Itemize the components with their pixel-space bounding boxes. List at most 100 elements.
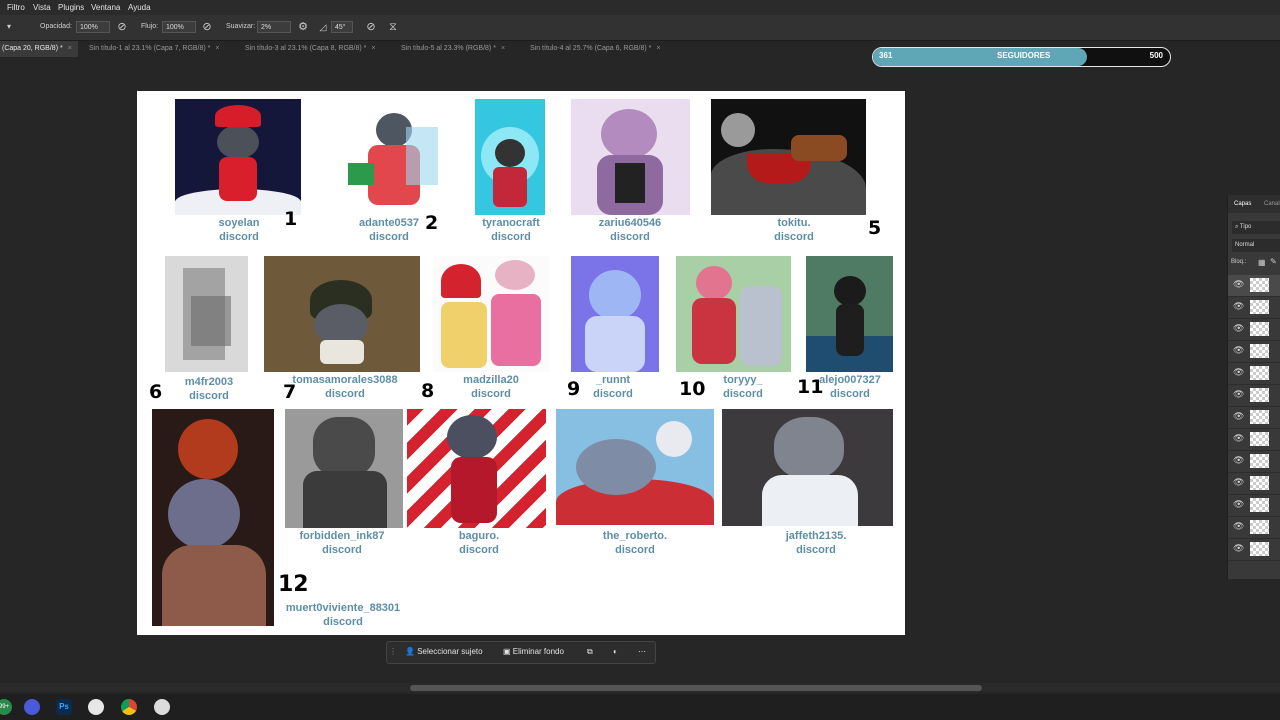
symmetry-icon[interactable]: ⧖ <box>386 20 400 34</box>
chrome-icon[interactable] <box>121 699 137 715</box>
entry-number: 7 <box>283 381 297 403</box>
layer-row[interactable]: 👁 <box>1228 517 1280 539</box>
layer-row[interactable]: 👁 <box>1228 275 1280 297</box>
tab-sin-titulo-4[interactable]: Sin título-4 al 25.7% (Capa 6, RGB/8) * × <box>530 41 661 57</box>
username: tokitu. <box>777 217 811 229</box>
angle-field[interactable]: 45° <box>331 21 353 33</box>
visibility-icon[interactable]: 👁 <box>1233 367 1244 378</box>
close-icon[interactable]: × <box>501 45 505 52</box>
close-icon[interactable]: × <box>656 45 660 52</box>
layer-row[interactable]: 👁 <box>1228 297 1280 319</box>
menu-ventana[interactable]: Ventana <box>91 3 120 12</box>
discord-icon[interactable] <box>24 699 40 715</box>
visibility-icon[interactable]: 👁 <box>1233 345 1244 356</box>
tab-canales[interactable]: Canal <box>1264 201 1280 207</box>
tab-sin-titulo-5[interactable]: Sin título-5 al 23.3% (RGB/8) * × <box>401 41 505 57</box>
layer-row[interactable]: 👁 <box>1228 363 1280 385</box>
platform: discord <box>774 231 814 243</box>
visibility-icon[interactable]: 👁 <box>1233 279 1244 290</box>
username: _runnt <box>595 374 631 386</box>
pressure-opacity-icon[interactable]: ⊘ <box>115 20 129 34</box>
chevron-down-icon[interactable]: ▾ <box>2 20 16 34</box>
adjust-icon[interactable]: ◐ <box>613 647 618 656</box>
username: toryyy_ <box>723 374 763 386</box>
select-subject-button[interactable]: 👤 Seleccionar sujeto <box>405 647 483 656</box>
layers-panel-header: Capas Canal <box>1228 195 1280 213</box>
tab-sin-titulo-1[interactable]: Sin título-1 al 23.1% (Capa 7, RGB/8) * × <box>89 41 220 57</box>
scrollbar-thumb[interactable] <box>410 685 982 691</box>
platform: discord <box>593 388 633 400</box>
lock-transparency-icon[interactable]: ▦ <box>1258 258 1266 267</box>
smooth-field[interactable]: 2% <box>257 21 291 33</box>
layer-row[interactable]: 👁 <box>1228 429 1280 451</box>
visibility-icon[interactable]: 👁 <box>1233 433 1244 444</box>
visibility-icon[interactable]: 👁 <box>1233 543 1244 554</box>
visibility-icon[interactable]: 👁 <box>1233 477 1244 488</box>
caption-muert0viviente-88301: muert0viviente_88301 discord <box>279 601 407 629</box>
opacity-label: Opacidad: <box>40 23 72 30</box>
transform-icon[interactable]: ⧉ <box>587 647 593 657</box>
visibility-icon[interactable]: 👁 <box>1233 323 1244 334</box>
visibility-icon[interactable]: 👁 <box>1233 521 1244 532</box>
visibility-icon[interactable]: 👁 <box>1233 389 1244 400</box>
username: soyelan <box>218 217 260 229</box>
layer-row[interactable]: 👁 <box>1228 473 1280 495</box>
close-icon[interactable]: × <box>215 45 219 52</box>
menu-filtro[interactable]: Filtro <box>7 3 25 12</box>
tab-label: Sin título-4 al 25.7% (Capa 6, RGB/8) * <box>530 45 652 52</box>
options-bar: ▾ Opacidad: 100% ⊘ Flujo: 100% ⊘ Suaviza… <box>0 15 1280 41</box>
menu-ayuda[interactable]: Ayuda <box>128 3 151 12</box>
tab-capas[interactable]: Capas <box>1234 201 1251 207</box>
layer-row[interactable]: 👁 <box>1228 539 1280 561</box>
layer-row[interactable]: 👁 <box>1228 495 1280 517</box>
layer-row[interactable]: 👁 <box>1228 407 1280 429</box>
visibility-icon[interactable]: 👁 <box>1233 499 1244 510</box>
app-icon[interactable] <box>154 699 170 715</box>
drag-handle-icon[interactable]: ⋮ <box>389 647 397 656</box>
tab-capa-20[interactable]: (Capa 20, RGB/8) * × <box>0 41 78 57</box>
smooth-label: Suavizar: <box>226 23 256 30</box>
tab-label: Sin título-3 al 23.1% (Capa 8, RGB/8) * <box>245 45 367 52</box>
menu-vista[interactable]: Vista <box>33 3 51 12</box>
visibility-icon[interactable]: 👁 <box>1233 301 1244 312</box>
layer-filter[interactable]: ⌕ Tipo <box>1232 221 1280 234</box>
caption-tokitu: tokitu. discord <box>754 216 834 244</box>
more-icon[interactable]: ⋯ <box>638 647 646 656</box>
horizontal-scrollbar[interactable] <box>0 683 1280 692</box>
notification-badge[interactable]: 99+ <box>0 699 12 715</box>
menu-plugins[interactable]: Plugins <box>58 3 84 12</box>
artwork-m4fr2003 <box>165 256 248 372</box>
document-canvas[interactable]: soyelan discord 1 adante0537 discord 2 tyr… <box>137 91 905 635</box>
obs-icon[interactable] <box>88 699 104 715</box>
layer-row[interactable]: 👁 <box>1228 341 1280 363</box>
pressure-size-icon[interactable]: ⊘ <box>364 20 378 34</box>
visibility-icon[interactable]: 👁 <box>1233 411 1244 422</box>
os-taskbar: 99+ Ps <box>0 694 1280 720</box>
airbrush-icon[interactable]: ⊘ <box>200 20 214 34</box>
close-icon[interactable]: × <box>371 45 375 52</box>
tab-sin-titulo-3[interactable]: Sin título-3 al 23.1% (Capa 8, RGB/8) * × <box>245 41 376 57</box>
username: forbidden_ink87 <box>299 530 385 542</box>
close-icon[interactable]: × <box>68 45 72 52</box>
remove-background-button[interactable]: ▣ Eliminar fondo <box>503 647 564 656</box>
layer-thumbnail <box>1250 542 1269 556</box>
layer-thumbnail <box>1250 278 1269 292</box>
entry-number: 8 <box>421 380 435 402</box>
layer-row[interactable]: 👁 <box>1228 385 1280 407</box>
entry-number: 2 <box>425 212 439 234</box>
opacity-field[interactable]: 100% <box>76 21 110 33</box>
flow-field[interactable]: 100% <box>162 21 196 33</box>
layer-thumbnail <box>1250 454 1269 468</box>
layer-row[interactable]: 👁 <box>1228 451 1280 473</box>
followers-current: 361 <box>879 51 893 60</box>
visibility-icon[interactable]: 👁 <box>1233 455 1244 466</box>
photoshop-icon[interactable]: Ps <box>56 699 72 715</box>
layer-thumbnail <box>1250 520 1269 534</box>
blend-mode-select[interactable]: Normal <box>1232 239 1280 252</box>
layer-row[interactable]: 👁 <box>1228 319 1280 341</box>
caption-tyranocraft: tyranocraft discord <box>469 216 553 244</box>
entry-number: 6 <box>149 381 163 403</box>
platform: discord <box>219 231 259 243</box>
gear-icon[interactable]: ⚙ <box>296 20 310 34</box>
lock-pixels-icon[interactable]: ✎ <box>1270 257 1277 266</box>
